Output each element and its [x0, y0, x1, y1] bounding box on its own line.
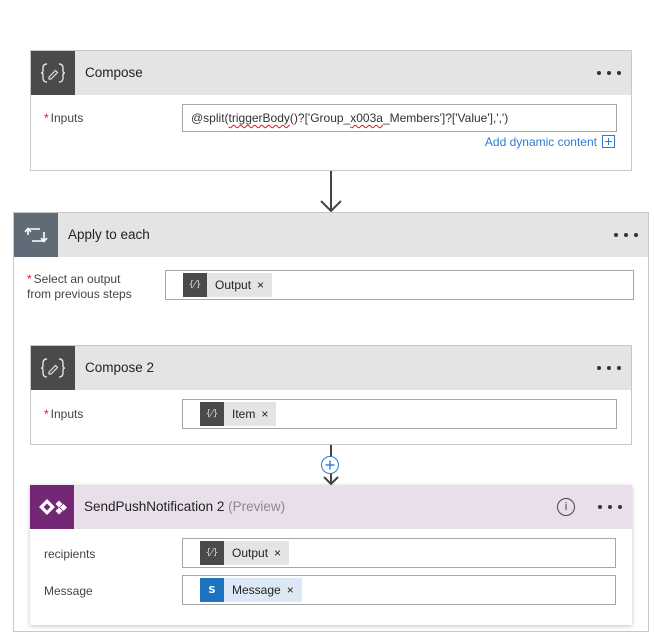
compose-inputs-value: @split(triggerBody()?['Group_x003a_Membe… [191, 105, 508, 131]
compose-card: Compose * Inputs @split(triggerBody()?['G… [30, 50, 632, 171]
preview-badge: (Preview) [228, 499, 286, 514]
token-label: Output [215, 278, 252, 292]
compose2-more-options-button[interactable] [597, 346, 621, 390]
compose-more-options-button[interactable] [597, 51, 621, 95]
compose2-title: Compose 2 [85, 360, 155, 375]
inputs-label-text: Inputs [50, 111, 84, 125]
message-label: Message [44, 584, 93, 598]
compose-title: Compose [85, 65, 143, 80]
connector-arrow [320, 171, 342, 213]
plus-box-icon [602, 135, 615, 148]
remove-token-button[interactable]: × [274, 546, 289, 560]
compose2-inputs-field[interactable]: {⁄} Item × [182, 399, 617, 429]
select-output-label-line1: Select an output [33, 272, 121, 286]
push-notification-card: SendPushNotification 2 (Preview) i recip… [30, 485, 632, 625]
push-more-options-button[interactable] [598, 485, 622, 529]
item-token[interactable]: {⁄} Item × [200, 402, 277, 426]
required-marker: * [27, 272, 32, 286]
recipients-label: recipients [44, 547, 96, 561]
push-title-text: SendPushNotification 2 [84, 499, 225, 514]
add-dynamic-content-link[interactable]: Add dynamic content [485, 135, 615, 149]
compose2-header[interactable]: Compose 2 [31, 346, 631, 390]
info-icon[interactable]: i [557, 498, 575, 516]
compose2-inputs-label: * Inputs [44, 407, 83, 422]
powerapps-icon [30, 485, 74, 529]
apply-to-each-header[interactable]: Apply to each [14, 213, 648, 257]
compose-token-icon: {⁄} [183, 273, 207, 297]
plus-icon [325, 460, 335, 470]
recipients-field[interactable]: {⁄} Output × [182, 538, 616, 568]
braces-pencil-icon [31, 51, 75, 95]
expr-part: _Members']?['Value'],',') [382, 111, 509, 125]
message-field[interactable]: S Message × [182, 575, 616, 605]
compose2-card: Compose 2 * Inputs {⁄} Item × [30, 345, 632, 445]
inputs-label-text: Inputs [50, 407, 84, 421]
select-output-label: * Select an output from previous steps [27, 272, 132, 302]
required-marker: * [44, 407, 49, 421]
insert-step-button[interactable] [321, 456, 339, 474]
add-dynamic-content-label: Add dynamic content [484, 135, 597, 149]
token-label: Item [232, 407, 256, 421]
compose-token-icon: {⁄} [200, 402, 224, 426]
token-label: Output [232, 546, 269, 560]
push-notification-title: SendPushNotification 2 (Preview) [84, 485, 285, 529]
compose-header[interactable]: Compose [31, 51, 631, 95]
expr-part-flagged: triggerBody [228, 111, 290, 125]
token-label: Message [232, 583, 281, 597]
apply-to-each-more-options-button[interactable] [614, 213, 638, 257]
remove-token-button[interactable]: × [287, 583, 302, 597]
recipients-output-token[interactable]: {⁄} Output × [200, 541, 290, 565]
push-notification-header[interactable]: SendPushNotification 2 (Preview) i [30, 485, 632, 529]
sharepoint-icon: S [200, 578, 224, 602]
compose-token-icon: {⁄} [200, 541, 224, 565]
compose-inputs-label: * Inputs [44, 111, 83, 126]
loop-icon [14, 213, 58, 257]
remove-token-button[interactable]: × [257, 278, 272, 292]
output-token[interactable]: {⁄} Output × [183, 273, 273, 297]
required-marker: * [44, 111, 49, 125]
expr-part: @split( [191, 111, 229, 125]
expr-part: ()?['Group_ [289, 111, 351, 125]
select-output-field[interactable]: {⁄} Output × [165, 270, 634, 300]
message-token[interactable]: S Message × [200, 578, 302, 602]
apply-to-each-title: Apply to each [68, 227, 150, 242]
remove-token-button[interactable]: × [261, 407, 276, 421]
braces-pencil-icon [31, 346, 75, 390]
expr-part-flagged: x003a [350, 111, 383, 125]
select-output-label-line2: from previous steps [27, 287, 132, 301]
compose-inputs-field[interactable]: @split(triggerBody()?['Group_x003a_Membe… [182, 104, 617, 132]
